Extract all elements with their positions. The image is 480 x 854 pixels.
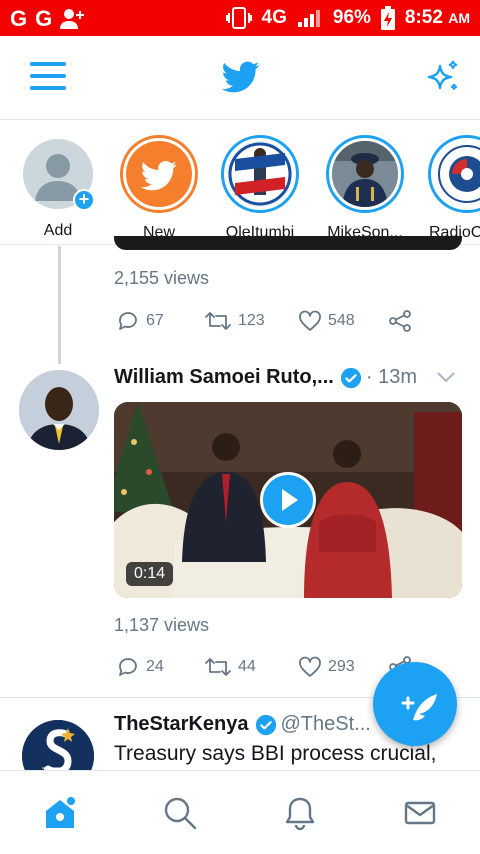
- heart-icon: [299, 656, 321, 677]
- bottom-nav: [0, 770, 480, 854]
- tweet-header: TheStarKenya @TheSt...: [114, 713, 371, 736]
- add-fleet-icon: +: [73, 189, 95, 211]
- battery-percent: 96%: [332, 7, 371, 28]
- share-icon: [389, 310, 411, 332]
- reply-icon: [119, 312, 137, 330]
- video-duration: 0:14: [126, 562, 174, 586]
- play-button[interactable]: [260, 472, 316, 528]
- like-button[interactable]: 548: [298, 309, 355, 333]
- retweet-count: 44: [238, 658, 256, 675]
- heart-icon: [299, 310, 321, 331]
- verified-badge-icon: [255, 714, 276, 735]
- retweet-button[interactable]: 123: [204, 309, 265, 333]
- home-icon[interactable]: [42, 795, 78, 831]
- add-contact-icon: [60, 9, 85, 29]
- compose-feather-icon: [401, 694, 437, 721]
- avatar: +: [23, 139, 95, 211]
- twitter-bird-icon: [222, 61, 260, 93]
- app-header: [0, 36, 480, 120]
- fleet-mikeson[interactable]: MikeSon...: [320, 135, 410, 242]
- messages-envelope-icon[interactable]: [402, 795, 438, 831]
- signal-icon: [297, 10, 320, 27]
- retweet-button[interactable]: 44: [204, 655, 256, 679]
- fleet-oleitumbi[interactable]: OleItumbi: [215, 135, 305, 242]
- fleet-radioc[interactable]: RadioC: [424, 135, 480, 242]
- author-photo: [19, 370, 99, 450]
- reply-count: 67: [146, 312, 164, 329]
- fleet-ring: [221, 135, 299, 213]
- author-name[interactable]: William Samoei Ruto,...: [114, 366, 334, 389]
- fleet-ring: [120, 135, 198, 213]
- author-name[interactable]: TheStarKenya: [114, 713, 249, 736]
- thread-line: [58, 246, 61, 364]
- like-count: 293: [328, 658, 355, 675]
- reply-button[interactable]: 24: [116, 655, 164, 679]
- notifications-bell-icon[interactable]: [282, 795, 318, 831]
- status-bar: G G 4G 96% 8:52 AM: [0, 0, 480, 36]
- fleet-new[interactable]: New: [114, 135, 204, 242]
- fleet-add[interactable]: + Add: [13, 135, 103, 240]
- avatar: [332, 141, 398, 207]
- avatar[interactable]: [19, 370, 99, 450]
- fleet-ring: [428, 135, 480, 213]
- tweet-actions: 24 44 293: [116, 655, 416, 681]
- like-button[interactable]: 293: [298, 655, 355, 679]
- author-handle: @TheSt...: [280, 713, 371, 735]
- tweet-header: William Samoei Ruto,... · 13m: [114, 366, 417, 389]
- fleet-label: Add: [43, 222, 73, 239]
- clock: 8:52 AM: [404, 7, 470, 28]
- reply-count: 24: [146, 658, 164, 675]
- network-type: 4G: [261, 7, 287, 28]
- media-preview[interactable]: [114, 236, 462, 250]
- play-icon: [282, 489, 298, 511]
- retweet-count: 123: [238, 312, 265, 329]
- video-player[interactable]: 0:14: [114, 402, 462, 598]
- like-count: 548: [328, 312, 355, 329]
- google-notification-icon-2: G: [35, 6, 53, 31]
- retweet-icon: [205, 312, 231, 330]
- fleets-bar: + Add New OleItumbi MikeSon... RadioC: [0, 121, 480, 245]
- fleet-ring: [326, 135, 404, 213]
- compose-tweet-button[interactable]: [373, 662, 457, 746]
- avatar: [228, 142, 292, 206]
- vibrate-icon: [225, 7, 252, 29]
- view-count: 1,137 views: [114, 615, 210, 635]
- avatar: [438, 145, 480, 203]
- menu-icon[interactable]: [30, 62, 66, 94]
- reply-button[interactable]: 67: [116, 309, 164, 333]
- tweet-timestamp: · 13m: [365, 366, 417, 388]
- retweet-icon: [205, 658, 231, 676]
- reply-icon: [119, 658, 137, 676]
- search-icon[interactable]: [162, 795, 198, 831]
- chevron-down-icon[interactable]: [436, 370, 456, 384]
- tweet-actions: 67 123 548: [116, 309, 416, 335]
- view-count: 2,155 views: [114, 268, 210, 288]
- twitter-bird-icon: [140, 160, 177, 191]
- sparkle-icon[interactable]: [424, 58, 462, 96]
- google-notification-icon: G: [10, 6, 28, 31]
- share-button[interactable]: [388, 309, 412, 333]
- battery-charging-icon: [380, 6, 395, 30]
- verified-badge-icon: [340, 367, 361, 388]
